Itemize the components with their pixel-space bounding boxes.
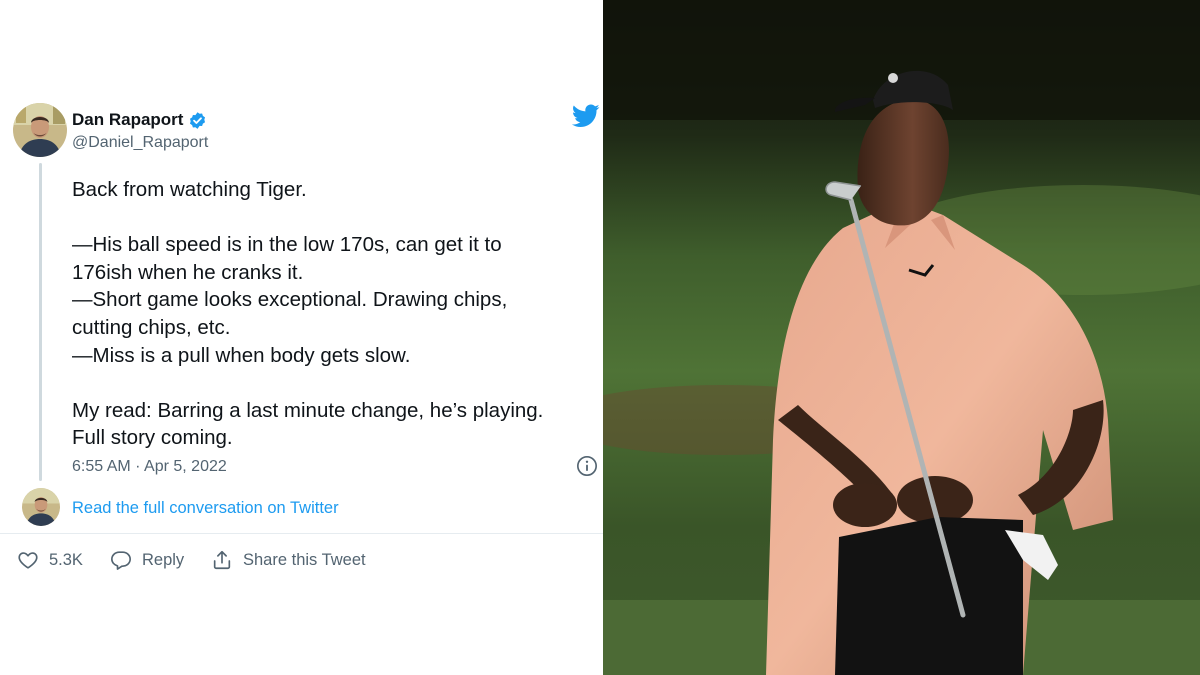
author-avatar[interactable] — [13, 103, 67, 157]
like-button[interactable]: 5.3K — [17, 548, 83, 572]
thread-connector-line — [39, 163, 42, 481]
golfer-photo-illustration — [603, 0, 1200, 675]
share-label: Share this Tweet — [243, 550, 366, 569]
viewer-avatar-image — [22, 488, 60, 526]
actions-divider — [0, 533, 603, 534]
tweet-line: My read: Barring a last minute change, h… — [72, 398, 544, 422]
reply-label: Reply — [142, 550, 185, 569]
viewer-avatar[interactable] — [22, 488, 60, 526]
info-icon[interactable] — [576, 455, 598, 477]
tweet-line: Back from watching Tiger. — [72, 178, 307, 201]
tweet-line: —His ball speed is in the low 170s, can … — [72, 233, 502, 257]
author-avatar-image — [13, 103, 67, 157]
tweet-line: —Short game looks exceptional. Drawing c… — [72, 288, 508, 312]
like-count: 5.3K — [49, 550, 83, 569]
author-handle[interactable]: @Daniel_Rapaport — [72, 134, 208, 152]
tweet-line: cutting chips, etc. — [72, 315, 231, 339]
golfer-photo — [603, 0, 1200, 675]
reply-button[interactable]: Reply — [110, 548, 184, 572]
twitter-bird-icon[interactable] — [572, 104, 600, 128]
share-icon — [213, 550, 231, 570]
tweet-text: Back from watching Tiger. —His ball spee… — [72, 176, 597, 452]
tweet-line: —Miss is a pull when body gets slow. — [72, 343, 411, 367]
verified-badge-icon — [189, 112, 206, 129]
tweet-timestamp[interactable]: 6:55 AM · Apr 5, 2022 — [72, 458, 227, 476]
read-conversation-link[interactable]: Read the full conversation on Twitter — [72, 499, 339, 518]
author-name[interactable]: Dan Rapaport — [72, 110, 183, 130]
speech-bubble-icon — [111, 551, 131, 570]
tweet-line: Full story coming. — [72, 426, 233, 450]
tweet-line: 176ish when he cranks it. — [72, 260, 304, 284]
share-button[interactable]: Share this Tweet — [211, 548, 366, 572]
tweet-embed-card: Dan Rapaport @Daniel_Rapaport Back from … — [0, 0, 603, 675]
heart-icon — [18, 552, 38, 569]
